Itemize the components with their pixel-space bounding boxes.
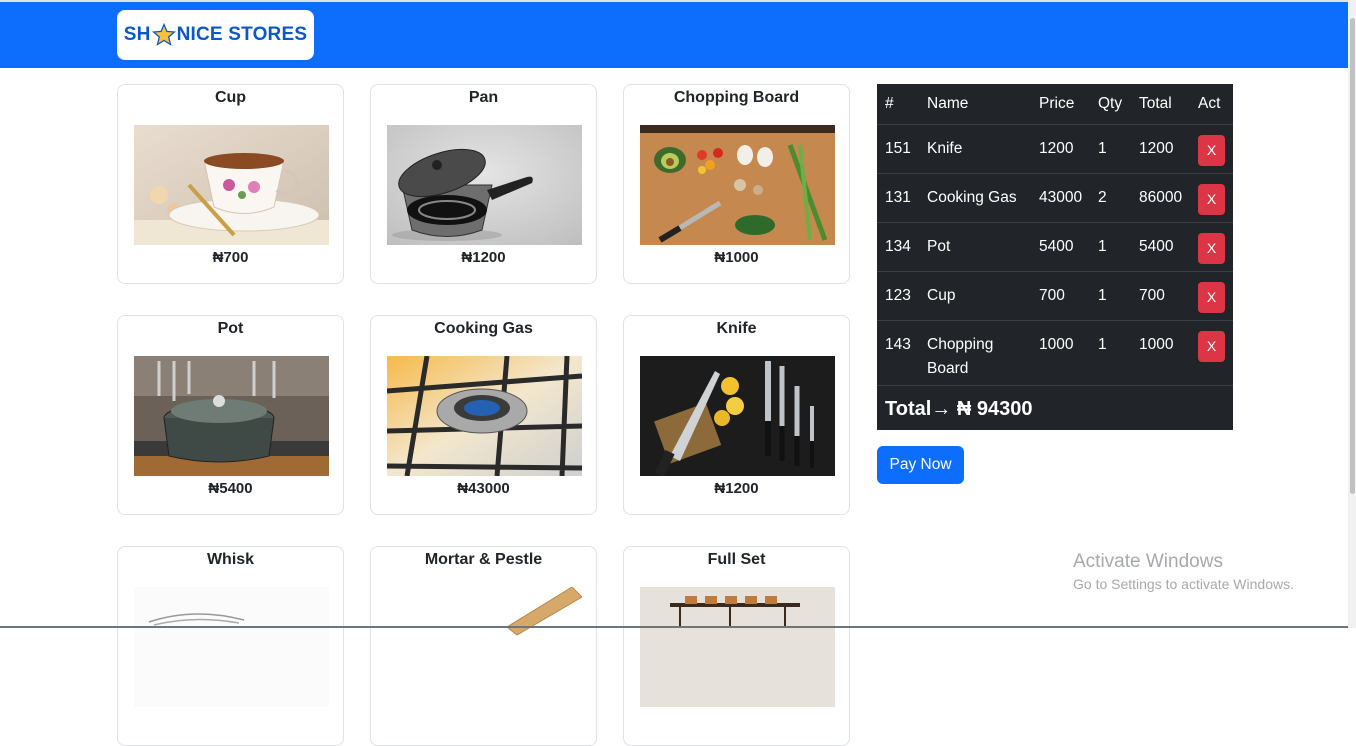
teacup-photo	[134, 125, 329, 245]
cart-row: 131 Cooking Gas 43000 2 86000 X	[877, 173, 1233, 223]
cart-item-qty: 1	[1090, 320, 1131, 386]
cart-table: # Name Price Qty Total Act 151 Knife 120…	[877, 84, 1233, 430]
product-title: Cup	[214, 89, 247, 106]
cart-item-total: 1000	[1131, 320, 1190, 386]
pestle-photo	[387, 587, 582, 707]
pan-rack-photo	[640, 587, 835, 707]
product-card-pot[interactable]: Pot ₦5400	[117, 315, 344, 515]
brand-text-start: SH	[123, 24, 151, 45]
product-card-whisk[interactable]: Whisk	[117, 546, 344, 746]
cart-total: Total→ ₦ 94300	[885, 398, 1033, 420]
cart-item-total: 86000	[1131, 173, 1190, 223]
activate-windows-subtitle: Go to Settings to activate Windows.	[1073, 576, 1294, 592]
cart-item-qty: 1	[1090, 271, 1131, 321]
cart-item-qty: 1	[1090, 222, 1131, 272]
cart-row: 143 Chopping Board 1000 1 1000 X	[877, 320, 1233, 386]
product-card-cooking-gas[interactable]: Cooking Gas ₦43000	[370, 315, 597, 515]
product-price: ₦1200	[714, 480, 759, 497]
cart-item-qty: 1	[1090, 124, 1131, 174]
product-price: ₦700	[212, 249, 249, 266]
remove-item-button[interactable]: X	[1198, 282, 1225, 313]
brand-logo[interactable]: SH NICE STORES	[117, 10, 314, 60]
product-title: Mortar & Pestle	[424, 551, 543, 568]
remove-item-button[interactable]: X	[1198, 331, 1225, 362]
product-title: Pan	[468, 89, 499, 106]
brand-text-end: NICE STORES	[176, 24, 308, 45]
cart-item-total: 5400	[1131, 222, 1190, 272]
column-header-name: Name	[919, 84, 1031, 125]
cart-item-name: Chopping Board	[919, 320, 1031, 386]
cart-item-price: 1200	[1031, 124, 1090, 174]
product-title: Pot	[217, 320, 244, 337]
product-card-chopping-board[interactable]: Chopping Board ₦1000	[623, 84, 850, 284]
cart-item-id: 131	[877, 173, 919, 223]
cart-item-id: 123	[877, 271, 919, 321]
cart-item-total: 1200	[1131, 124, 1190, 174]
cart-item-id: 143	[877, 320, 919, 386]
cart-item-qty: 2	[1090, 173, 1131, 223]
product-price: ₦1000	[714, 249, 759, 266]
cart-item-price: 700	[1031, 271, 1090, 321]
product-card-knife[interactable]: Knife ₦1200	[623, 315, 850, 515]
column-header-qty: Qty	[1090, 84, 1131, 125]
knives-photo	[640, 356, 835, 476]
star-icon	[151, 23, 176, 46]
cart-row: 134 Pot 5400 1 5400 X	[877, 222, 1233, 272]
product-title: Full Set	[707, 551, 766, 568]
cart-item-price: 1000	[1031, 320, 1090, 386]
product-card-pan[interactable]: Pan ₦1200	[370, 84, 597, 284]
chopping-board-photo	[640, 125, 835, 245]
product-price: ₦5400	[208, 480, 253, 497]
cart-item-name: Cooking Gas	[919, 173, 1031, 223]
product-card-cup[interactable]: Cup ₦700	[117, 84, 344, 284]
remove-item-button[interactable]: X	[1198, 135, 1225, 166]
cart-item-name: Knife	[919, 124, 1031, 174]
cart-row: 123 Cup 700 1 700 X	[877, 271, 1233, 321]
cart-row: 151 Knife 1200 1 1200 X	[877, 124, 1233, 174]
product-price: ₦43000	[457, 480, 510, 497]
product-price: ₦1200	[461, 249, 506, 266]
scrollbar-thumb[interactable]	[1350, 18, 1355, 494]
activate-windows-title: Activate Windows	[1073, 551, 1223, 572]
product-card-mortar-pestle[interactable]: Mortar & Pestle	[370, 546, 597, 746]
pot-photo	[134, 356, 329, 476]
cart-item-total: 700	[1131, 271, 1190, 321]
navbar: SH NICE STORES	[0, 2, 1348, 68]
product-title: Chopping Board	[673, 89, 800, 106]
product-title: Whisk	[206, 551, 255, 568]
product-card-full-set[interactable]: Full Set	[623, 546, 850, 746]
pay-now-button[interactable]: Pay Now	[877, 446, 964, 484]
product-title: Knife	[716, 320, 757, 337]
product-title: Cooking Gas	[434, 320, 533, 337]
column-header-total: Total	[1131, 84, 1190, 125]
saucepan-photo	[387, 125, 582, 245]
cart-item-id: 151	[877, 124, 919, 174]
cart-item-id: 134	[877, 222, 919, 272]
column-header-price: Price	[1031, 84, 1090, 125]
remove-item-button[interactable]: X	[1198, 233, 1225, 264]
remove-item-button[interactable]: X	[1198, 184, 1225, 215]
column-header-action: Act	[1190, 84, 1233, 125]
column-header-id: #	[877, 84, 919, 125]
cart-item-name: Cup	[919, 271, 1031, 321]
gas-burner-photo	[387, 356, 582, 476]
cart-item-price: 43000	[1031, 173, 1090, 223]
cart-item-price: 5400	[1031, 222, 1090, 272]
whisk-photo	[134, 587, 329, 707]
cart-item-name: Pot	[919, 222, 1031, 272]
